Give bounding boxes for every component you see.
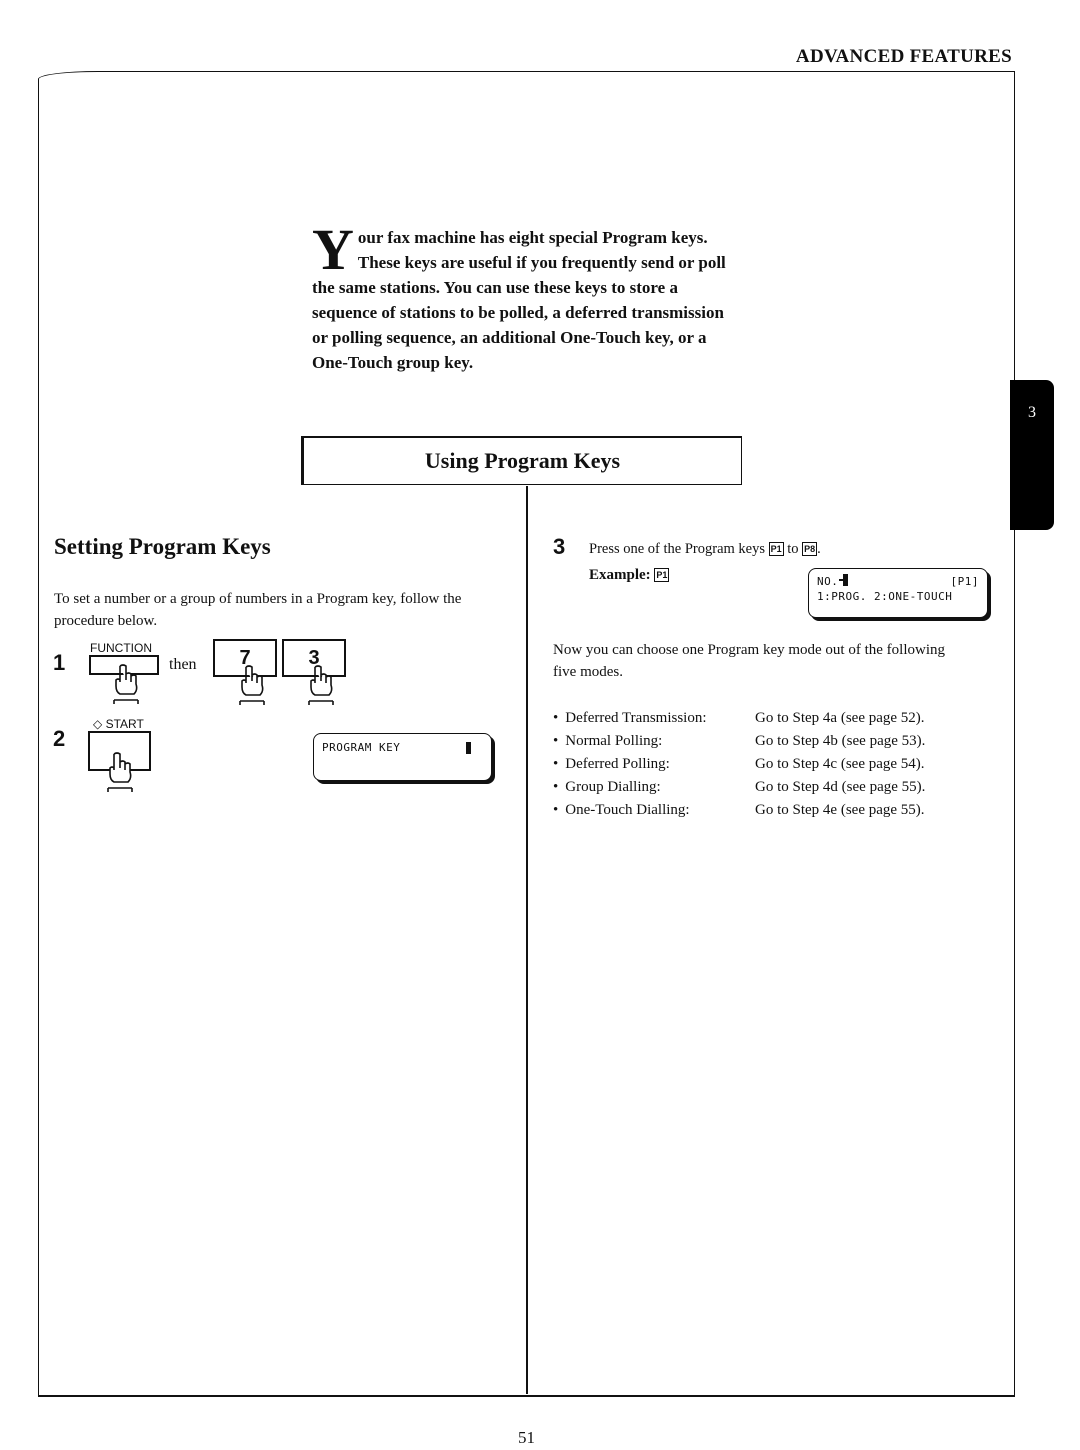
list-item: Group Dialling: Go to Step 4d (see page … xyxy=(553,776,925,799)
chapter-tab[interactable]: 3 xyxy=(1010,380,1054,530)
section-header: ADVANCED FEATURES xyxy=(795,46,1012,67)
step-3-number: 3 xyxy=(553,534,566,559)
lcd-line-1-left: NO. xyxy=(817,574,849,589)
function-key-label: FUNCTION xyxy=(90,641,152,655)
lcd-cursor xyxy=(466,742,471,754)
example-label: Example: xyxy=(589,567,655,583)
program-key-p1-icon: P1 xyxy=(654,568,670,582)
subheading: Setting Program Keys xyxy=(54,534,271,559)
start-key-label: ◇ START xyxy=(93,717,144,731)
drop-cap: Y xyxy=(312,217,354,282)
step-1-number: 1 xyxy=(53,650,66,675)
lcd-line-1: NO. [P1] xyxy=(817,574,979,589)
page-number: 51 xyxy=(518,1428,535,1447)
step-3-text-to: to xyxy=(783,541,803,557)
mode-name: Deferred Polling: xyxy=(553,753,755,776)
chapter-tab-number: 3 xyxy=(1028,404,1036,421)
intro-paragraph: Your fax machine has eight special Progr… xyxy=(312,217,742,375)
step-2-number: 2 xyxy=(53,726,66,751)
column-divider xyxy=(526,486,528,1394)
program-key-p1-icon: P1 xyxy=(768,542,784,556)
mode-action: Go to Step 4d (see page 55). xyxy=(755,779,926,795)
program-key-p8-icon: P8 xyxy=(802,542,818,556)
modes-intro: Now you can choose one Program key mode … xyxy=(553,642,945,680)
step-3-text: Press one of the Program keys xyxy=(589,541,769,557)
mode-name: Normal Polling: xyxy=(553,730,755,753)
step-3-instruction: Press one of the Program keys P1 to P8. xyxy=(589,538,821,560)
mode-action: Go to Step 4e (see page 55). xyxy=(755,802,925,818)
section-title: Using Program Keys xyxy=(424,448,621,473)
lcd-line-1: PROGRAM KEY xyxy=(322,741,401,754)
step-3-period: . xyxy=(817,541,821,557)
pressing-hand-icon xyxy=(104,752,138,794)
modes-list: Deferred Transmission: Go to Step 4a (se… xyxy=(553,707,925,822)
intro-text: our fax machine has eight special Progra… xyxy=(312,228,726,372)
pressing-hand-icon xyxy=(236,665,270,707)
list-item: Normal Polling: Go to Step 4b (see page … xyxy=(553,730,925,753)
list-item: Deferred Polling: Go to Step 4c (see pag… xyxy=(553,753,925,776)
then-text: then xyxy=(169,656,197,673)
mode-name: Group Dialling: xyxy=(553,776,755,799)
lcd-cursor xyxy=(843,574,849,586)
lcd-display-program-select: NO. [P1] 1:PROG. 2:ONE-TOUCH xyxy=(808,568,988,618)
lcd-display-program-key: PROGRAM KEY xyxy=(313,733,492,781)
mode-action: Go to Step 4c (see page 54). xyxy=(755,756,925,772)
list-item: Deferred Transmission: Go to Step 4a (se… xyxy=(553,707,925,730)
example-line: Example: P1 xyxy=(589,564,670,586)
mode-name: Deferred Transmission: xyxy=(553,707,755,730)
section-title-box: Using Program Keys xyxy=(301,436,742,485)
lcd-line-2: 1:PROG. 2:ONE-TOUCH xyxy=(817,590,953,603)
mode-name: One-Touch Dialling: xyxy=(553,799,755,822)
pressing-hand-icon xyxy=(110,664,144,706)
list-item: One-Touch Dialling: Go to Step 4e (see p… xyxy=(553,799,925,822)
mode-action: Go to Step 4b (see page 53). xyxy=(755,733,926,749)
pressing-hand-icon xyxy=(305,665,339,707)
lcd-line-1-right: [P1] xyxy=(950,575,979,588)
mode-action: Go to Step 4a (see page 52). xyxy=(755,710,925,726)
lead-paragraph: To set a number or a group of numbers in… xyxy=(54,591,462,629)
